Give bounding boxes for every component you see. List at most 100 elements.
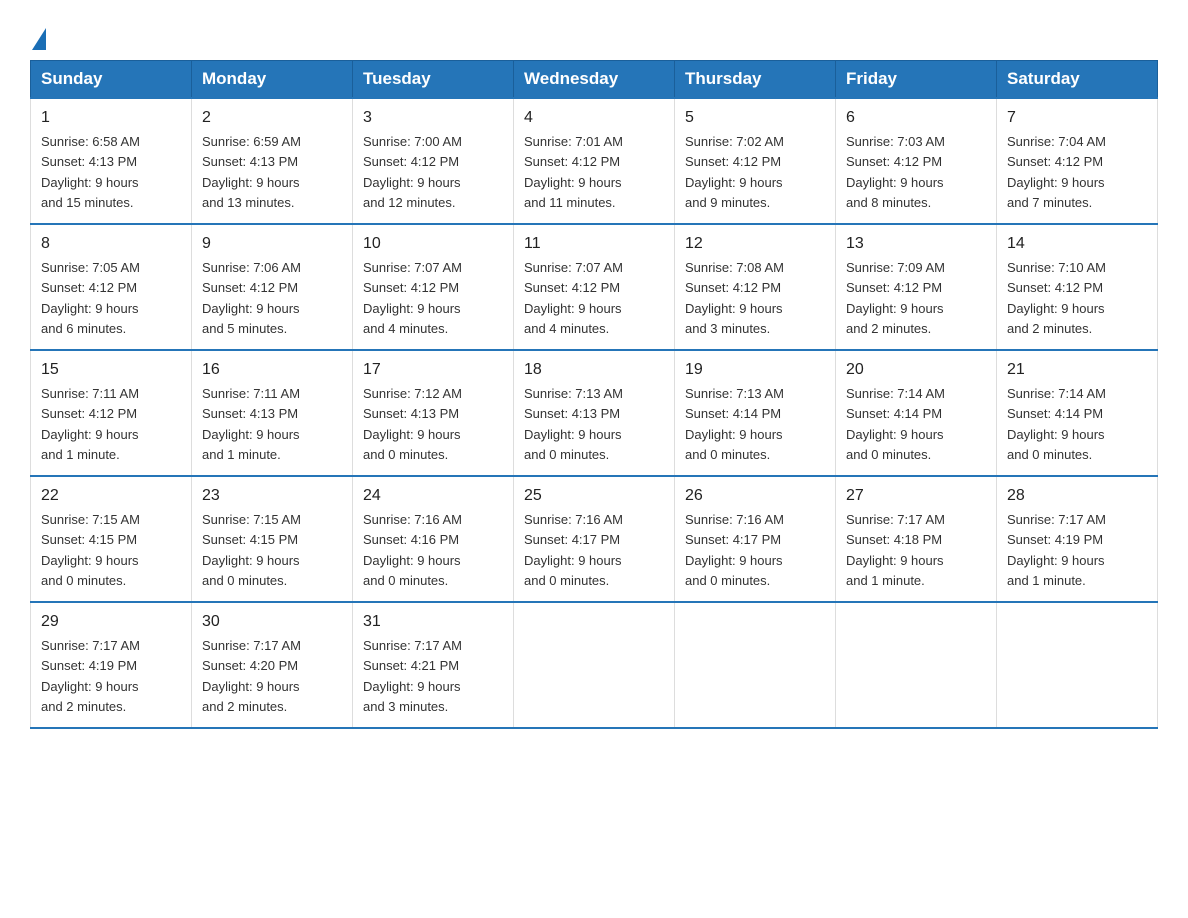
day-number: 3 bbox=[363, 106, 503, 130]
day-info: Sunrise: 7:08 AMSunset: 4:12 PMDaylight:… bbox=[685, 260, 784, 336]
day-number: 7 bbox=[1007, 106, 1147, 130]
day-number: 15 bbox=[41, 358, 181, 382]
calendar-day-cell: 25 Sunrise: 7:16 AMSunset: 4:17 PMDaylig… bbox=[514, 476, 675, 602]
day-info: Sunrise: 7:17 AMSunset: 4:19 PMDaylight:… bbox=[41, 638, 140, 714]
day-number: 31 bbox=[363, 610, 503, 634]
calendar-day-cell: 23 Sunrise: 7:15 AMSunset: 4:15 PMDaylig… bbox=[192, 476, 353, 602]
calendar-day-cell: 28 Sunrise: 7:17 AMSunset: 4:19 PMDaylig… bbox=[997, 476, 1158, 602]
day-number: 12 bbox=[685, 232, 825, 256]
calendar-week-row: 22 Sunrise: 7:15 AMSunset: 4:15 PMDaylig… bbox=[31, 476, 1158, 602]
day-number: 18 bbox=[524, 358, 664, 382]
calendar-day-cell: 15 Sunrise: 7:11 AMSunset: 4:12 PMDaylig… bbox=[31, 350, 192, 476]
day-info: Sunrise: 7:12 AMSunset: 4:13 PMDaylight:… bbox=[363, 386, 462, 462]
calendar-header-sunday: Sunday bbox=[31, 61, 192, 99]
day-info: Sunrise: 7:13 AMSunset: 4:13 PMDaylight:… bbox=[524, 386, 623, 462]
day-number: 5 bbox=[685, 106, 825, 130]
calendar-header-wednesday: Wednesday bbox=[514, 61, 675, 99]
calendar-day-cell: 2 Sunrise: 6:59 AMSunset: 4:13 PMDayligh… bbox=[192, 98, 353, 224]
day-info: Sunrise: 7:14 AMSunset: 4:14 PMDaylight:… bbox=[1007, 386, 1106, 462]
day-info: Sunrise: 7:15 AMSunset: 4:15 PMDaylight:… bbox=[202, 512, 301, 588]
calendar-day-cell: 30 Sunrise: 7:17 AMSunset: 4:20 PMDaylig… bbox=[192, 602, 353, 728]
calendar-week-row: 8 Sunrise: 7:05 AMSunset: 4:12 PMDayligh… bbox=[31, 224, 1158, 350]
calendar-day-cell bbox=[675, 602, 836, 728]
day-info: Sunrise: 7:17 AMSunset: 4:18 PMDaylight:… bbox=[846, 512, 945, 588]
calendar-day-cell: 9 Sunrise: 7:06 AMSunset: 4:12 PMDayligh… bbox=[192, 224, 353, 350]
day-info: Sunrise: 6:58 AMSunset: 4:13 PMDaylight:… bbox=[41, 134, 140, 210]
calendar-week-row: 15 Sunrise: 7:11 AMSunset: 4:12 PMDaylig… bbox=[31, 350, 1158, 476]
calendar-header-thursday: Thursday bbox=[675, 61, 836, 99]
day-number: 25 bbox=[524, 484, 664, 508]
page-header bbox=[30, 20, 1158, 50]
day-number: 2 bbox=[202, 106, 342, 130]
calendar-day-cell: 12 Sunrise: 7:08 AMSunset: 4:12 PMDaylig… bbox=[675, 224, 836, 350]
day-info: Sunrise: 7:09 AMSunset: 4:12 PMDaylight:… bbox=[846, 260, 945, 336]
calendar-day-cell: 10 Sunrise: 7:07 AMSunset: 4:12 PMDaylig… bbox=[353, 224, 514, 350]
logo bbox=[30, 28, 46, 50]
day-info: Sunrise: 7:10 AMSunset: 4:12 PMDaylight:… bbox=[1007, 260, 1106, 336]
day-number: 16 bbox=[202, 358, 342, 382]
day-number: 20 bbox=[846, 358, 986, 382]
calendar-day-cell: 22 Sunrise: 7:15 AMSunset: 4:15 PMDaylig… bbox=[31, 476, 192, 602]
day-number: 9 bbox=[202, 232, 342, 256]
calendar-header-monday: Monday bbox=[192, 61, 353, 99]
day-number: 30 bbox=[202, 610, 342, 634]
day-info: Sunrise: 7:01 AMSunset: 4:12 PMDaylight:… bbox=[524, 134, 623, 210]
day-info: Sunrise: 7:17 AMSunset: 4:20 PMDaylight:… bbox=[202, 638, 301, 714]
calendar-day-cell: 26 Sunrise: 7:16 AMSunset: 4:17 PMDaylig… bbox=[675, 476, 836, 602]
day-info: Sunrise: 7:11 AMSunset: 4:13 PMDaylight:… bbox=[202, 386, 300, 462]
day-info: Sunrise: 7:05 AMSunset: 4:12 PMDaylight:… bbox=[41, 260, 140, 336]
day-info: Sunrise: 6:59 AMSunset: 4:13 PMDaylight:… bbox=[202, 134, 301, 210]
calendar-day-cell: 5 Sunrise: 7:02 AMSunset: 4:12 PMDayligh… bbox=[675, 98, 836, 224]
calendar-day-cell: 20 Sunrise: 7:14 AMSunset: 4:14 PMDaylig… bbox=[836, 350, 997, 476]
day-info: Sunrise: 7:07 AMSunset: 4:12 PMDaylight:… bbox=[363, 260, 462, 336]
day-info: Sunrise: 7:04 AMSunset: 4:12 PMDaylight:… bbox=[1007, 134, 1106, 210]
calendar-header-saturday: Saturday bbox=[997, 61, 1158, 99]
calendar-day-cell: 3 Sunrise: 7:00 AMSunset: 4:12 PMDayligh… bbox=[353, 98, 514, 224]
calendar-header-row: SundayMondayTuesdayWednesdayThursdayFrid… bbox=[31, 61, 1158, 99]
day-number: 21 bbox=[1007, 358, 1147, 382]
calendar-day-cell: 13 Sunrise: 7:09 AMSunset: 4:12 PMDaylig… bbox=[836, 224, 997, 350]
calendar-week-row: 1 Sunrise: 6:58 AMSunset: 4:13 PMDayligh… bbox=[31, 98, 1158, 224]
calendar-day-cell: 21 Sunrise: 7:14 AMSunset: 4:14 PMDaylig… bbox=[997, 350, 1158, 476]
logo-triangle-icon bbox=[32, 28, 46, 50]
day-info: Sunrise: 7:02 AMSunset: 4:12 PMDaylight:… bbox=[685, 134, 784, 210]
calendar-day-cell: 6 Sunrise: 7:03 AMSunset: 4:12 PMDayligh… bbox=[836, 98, 997, 224]
calendar-day-cell: 31 Sunrise: 7:17 AMSunset: 4:21 PMDaylig… bbox=[353, 602, 514, 728]
day-number: 14 bbox=[1007, 232, 1147, 256]
calendar-day-cell bbox=[514, 602, 675, 728]
day-number: 6 bbox=[846, 106, 986, 130]
calendar-day-cell: 17 Sunrise: 7:12 AMSunset: 4:13 PMDaylig… bbox=[353, 350, 514, 476]
calendar-day-cell: 16 Sunrise: 7:11 AMSunset: 4:13 PMDaylig… bbox=[192, 350, 353, 476]
day-number: 8 bbox=[41, 232, 181, 256]
day-number: 24 bbox=[363, 484, 503, 508]
day-info: Sunrise: 7:17 AMSunset: 4:19 PMDaylight:… bbox=[1007, 512, 1106, 588]
day-number: 11 bbox=[524, 232, 664, 256]
day-number: 26 bbox=[685, 484, 825, 508]
calendar-table: SundayMondayTuesdayWednesdayThursdayFrid… bbox=[30, 60, 1158, 729]
day-number: 4 bbox=[524, 106, 664, 130]
day-info: Sunrise: 7:14 AMSunset: 4:14 PMDaylight:… bbox=[846, 386, 945, 462]
day-info: Sunrise: 7:06 AMSunset: 4:12 PMDaylight:… bbox=[202, 260, 301, 336]
day-info: Sunrise: 7:00 AMSunset: 4:12 PMDaylight:… bbox=[363, 134, 462, 210]
day-number: 17 bbox=[363, 358, 503, 382]
day-info: Sunrise: 7:16 AMSunset: 4:17 PMDaylight:… bbox=[524, 512, 623, 588]
day-number: 10 bbox=[363, 232, 503, 256]
calendar-day-cell bbox=[836, 602, 997, 728]
calendar-day-cell bbox=[997, 602, 1158, 728]
day-info: Sunrise: 7:07 AMSunset: 4:12 PMDaylight:… bbox=[524, 260, 623, 336]
calendar-day-cell: 29 Sunrise: 7:17 AMSunset: 4:19 PMDaylig… bbox=[31, 602, 192, 728]
calendar-day-cell: 8 Sunrise: 7:05 AMSunset: 4:12 PMDayligh… bbox=[31, 224, 192, 350]
calendar-day-cell: 27 Sunrise: 7:17 AMSunset: 4:18 PMDaylig… bbox=[836, 476, 997, 602]
day-number: 13 bbox=[846, 232, 986, 256]
day-info: Sunrise: 7:03 AMSunset: 4:12 PMDaylight:… bbox=[846, 134, 945, 210]
day-info: Sunrise: 7:13 AMSunset: 4:14 PMDaylight:… bbox=[685, 386, 784, 462]
day-number: 23 bbox=[202, 484, 342, 508]
calendar-header-friday: Friday bbox=[836, 61, 997, 99]
day-info: Sunrise: 7:16 AMSunset: 4:17 PMDaylight:… bbox=[685, 512, 784, 588]
calendar-day-cell: 11 Sunrise: 7:07 AMSunset: 4:12 PMDaylig… bbox=[514, 224, 675, 350]
calendar-day-cell: 19 Sunrise: 7:13 AMSunset: 4:14 PMDaylig… bbox=[675, 350, 836, 476]
day-info: Sunrise: 7:16 AMSunset: 4:16 PMDaylight:… bbox=[363, 512, 462, 588]
day-number: 29 bbox=[41, 610, 181, 634]
day-info: Sunrise: 7:11 AMSunset: 4:12 PMDaylight:… bbox=[41, 386, 139, 462]
calendar-day-cell: 18 Sunrise: 7:13 AMSunset: 4:13 PMDaylig… bbox=[514, 350, 675, 476]
